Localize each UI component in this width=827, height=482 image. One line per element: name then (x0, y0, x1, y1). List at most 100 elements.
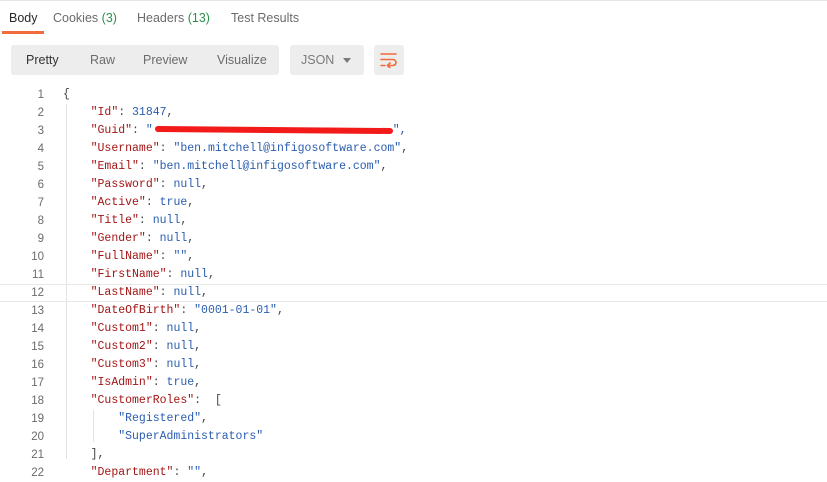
line-number: 10 (31, 251, 44, 263)
json-value: 31847 (132, 106, 167, 119)
json-key: "Id" (90, 106, 119, 119)
code-line: 13 "DateOfBirth": "0001-01-01", (0, 302, 827, 320)
json-punctuation: ], (90, 448, 105, 461)
json-colon: : (152, 358, 167, 371)
mode-pretty-button[interactable]: Pretty (26, 45, 59, 75)
line-number: 21 (31, 449, 44, 461)
json-key: "Department" (90, 466, 174, 479)
json-colon: : (118, 106, 133, 119)
code-content: "FirstName": null, (63, 266, 215, 284)
json-value: null (166, 322, 195, 335)
code-line: 2 "Id": 31847, (0, 104, 827, 122)
json-colon: : (159, 250, 174, 263)
code-content: { (63, 86, 70, 104)
json-value: true (166, 376, 195, 389)
json-punctuation: , (187, 232, 195, 245)
json-value: null (152, 214, 181, 227)
json-punctuation: , (207, 268, 215, 281)
json-colon: : (138, 214, 153, 227)
code-line: 6 "Password": null, (0, 176, 827, 194)
line-number: 18 (31, 395, 44, 407)
code-line: 19 "Registered", (0, 410, 827, 428)
wrap-lines-button[interactable] (374, 45, 404, 75)
json-punctuation: , (201, 178, 208, 191)
json-value: " (145, 124, 153, 137)
json-punctuation: , (180, 214, 188, 227)
mode-raw-button[interactable]: Raw (90, 45, 115, 75)
line-number: 5 (37, 161, 44, 173)
json-value: "0001-01-01" (194, 304, 277, 317)
json-value: null (166, 340, 195, 353)
json-value: "SuperAdministrators" (118, 430, 264, 443)
json-punctuation: , (194, 358, 202, 371)
json-value: "Registered" (118, 412, 202, 425)
format-select[interactable]: JSON (290, 45, 364, 75)
tab-cookies[interactable]: Cookies (3) (53, 5, 117, 33)
code-content: "FullName": "", (63, 248, 195, 266)
line-number: 1 (37, 89, 44, 101)
active-tab-indicator (2, 31, 44, 34)
wrap-lines-icon (380, 53, 397, 68)
json-colon: : (152, 340, 167, 353)
json-key: "Guid" (90, 124, 133, 137)
json-punctuation: , (201, 412, 208, 425)
json-punctuation: , (201, 286, 208, 299)
json-value: null (159, 232, 188, 245)
json-colon: : (159, 286, 174, 299)
line-number: 6 (37, 179, 44, 191)
line-number: 2 (37, 107, 44, 119)
tab-headers-label: Headers (137, 11, 185, 25)
tab-headers[interactable]: Headers (13) (137, 5, 210, 33)
line-number: 8 (37, 215, 44, 227)
json-key: "Username" (90, 142, 160, 155)
json-value: null (173, 286, 202, 299)
json-key: "Custom1" (90, 322, 153, 335)
json-punctuation: , (194, 340, 202, 353)
tab-body-label: Body (9, 11, 38, 25)
line-number: 11 (32, 269, 44, 281)
code-line: 10 "FullName": "", (0, 248, 827, 266)
json-key: "FirstName" (90, 268, 167, 281)
code-line: 11 "FirstName": null, (0, 266, 827, 284)
line-number: 20 (31, 431, 44, 443)
mode-preview-button[interactable]: Preview (143, 45, 187, 75)
line-number: 16 (31, 359, 44, 371)
tab-test-results[interactable]: Test Results (231, 5, 299, 33)
code-content: "Email": "ben.mitchell@infigosoftware.co… (63, 158, 388, 176)
code-content: "Password": null, (63, 176, 208, 194)
tab-body[interactable]: Body (9, 5, 38, 33)
json-punctuation: , (401, 142, 409, 155)
json-punctuation: , (380, 160, 388, 173)
line-number: 3 (37, 125, 44, 137)
code-content: "SuperAdministrators" (63, 428, 263, 446)
code-line: 21 ], (0, 446, 827, 464)
code-content: "Active": true, (63, 194, 195, 212)
json-value: true (159, 196, 188, 209)
line-number: 14 (31, 323, 44, 335)
json-key: "Custom3" (90, 358, 153, 371)
code-content: "DateOfBirth": "0001-01-01", (63, 302, 284, 320)
code-content: "CustomerRoles": [ (63, 392, 222, 410)
json-colon: : (166, 268, 181, 281)
response-body-editor[interactable]: 1{2 "Id": 31847, 3 "Guid": " ", 4 "Username… (0, 86, 827, 479)
code-content: "Gender": null, (63, 230, 195, 248)
mode-visualize-button[interactable]: Visualize (217, 45, 267, 75)
code-line: 9 "Gender": null, (0, 230, 827, 248)
code-content: "Custom1": null, (63, 320, 201, 338)
json-key: "Title" (90, 214, 139, 227)
code-content: "Username": "ben.mitchell@infigosoftware… (63, 140, 408, 158)
json-colon: : (173, 466, 188, 479)
code-content: ], (63, 446, 105, 464)
json-punctuation: { (63, 88, 70, 101)
json-punctuation: ", (392, 124, 407, 137)
json-colon: : (132, 124, 146, 137)
json-colon: : (145, 196, 160, 209)
tab-cookies-label: Cookies (53, 11, 99, 25)
json-key: "DateOfBirth" (90, 304, 181, 317)
json-key: "Gender" (90, 232, 146, 245)
json-punctuation: , (194, 322, 202, 335)
code-line: 3 "Guid": " ", (0, 122, 827, 140)
json-colon: : (145, 232, 160, 245)
line-number: 12 (31, 287, 44, 299)
code-line: 16 "Custom3": null, (0, 356, 827, 374)
